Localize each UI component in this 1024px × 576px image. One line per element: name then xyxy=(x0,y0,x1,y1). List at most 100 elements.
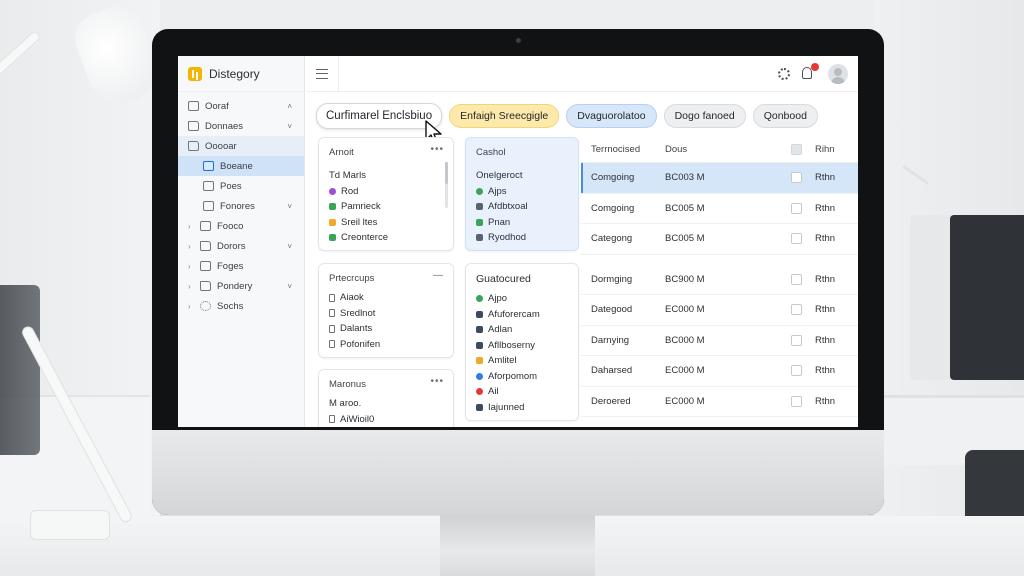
card-1[interactable]: Arnoit ••• Td Marls Rod Pamrieck Sreil l… xyxy=(318,137,454,251)
list-item[interactable]: Pofonifen xyxy=(329,337,380,353)
list-item[interactable]: Aiaok xyxy=(329,290,380,306)
row-checkbox[interactable] xyxy=(790,304,802,316)
chevron-up-icon[interactable]: ˄ xyxy=(287,102,292,111)
table-row[interactable]: Comgoing BC003 M Rthn xyxy=(581,163,858,194)
background-monitor-screen xyxy=(950,215,1024,380)
row-checkbox[interactable] xyxy=(790,172,802,184)
list-item[interactable]: Td Marls xyxy=(329,168,388,184)
list-item[interactable]: Ryodhod xyxy=(476,230,528,246)
chevron-down-icon[interactable]: ˅ xyxy=(287,242,292,251)
list-item[interactable]: Dalants xyxy=(329,321,380,337)
more-icon[interactable]: — xyxy=(433,270,444,281)
brand[interactable]: Distegory xyxy=(178,56,304,92)
list-item[interactable]: Sreil ltes xyxy=(329,215,388,231)
column-header[interactable]: Dous xyxy=(665,144,777,155)
caret-right-icon[interactable]: › xyxy=(188,262,191,271)
avatar[interactable] xyxy=(828,64,848,84)
list-item[interactable]: Sredlnot xyxy=(329,306,380,322)
list-item[interactable]: Iajunned xyxy=(476,400,540,416)
row-checkbox[interactable] xyxy=(790,233,802,245)
list-item[interactable]: Ajpo xyxy=(476,291,540,307)
sidebar-item-2[interactable]: Ooooar xyxy=(178,136,304,156)
document-icon xyxy=(329,340,335,349)
document-icon xyxy=(329,293,335,302)
menu-icon[interactable] xyxy=(316,69,328,79)
topbar-divider xyxy=(338,56,339,92)
card-5[interactable]: Maronus ••• M aroo. AiWioil0 xyxy=(318,369,454,427)
list-item-label: Ajpo xyxy=(488,293,508,305)
more-icon[interactable]: ••• xyxy=(430,376,444,387)
settings-icon[interactable] xyxy=(778,68,790,80)
sidebar-item-5[interactable]: Fonores ˅ xyxy=(178,196,304,216)
list-item[interactable]: Afuforercam xyxy=(476,307,540,323)
card-4[interactable]: Guatocured Ajpo Afuforercam Adlan Afllbo… xyxy=(465,263,579,421)
table-row[interactable]: Categong BC005 M Rthn xyxy=(581,224,858,255)
table-cell: Rthn xyxy=(815,202,836,214)
row-checkbox[interactable] xyxy=(790,202,802,214)
sidebar-item-0[interactable]: Ooraf ˄ xyxy=(178,96,304,116)
row-checkbox[interactable] xyxy=(790,395,802,407)
caret-right-icon[interactable]: › xyxy=(188,282,191,291)
sidebar-item-9[interactable]: › Pondery ˅ xyxy=(178,276,304,296)
folder-icon xyxy=(188,121,199,131)
chip-1[interactable]: Enfaigh Sreecgigle xyxy=(449,104,560,128)
list-item[interactable]: Creonterce xyxy=(329,230,388,246)
list-item[interactable]: AiWioil0 xyxy=(329,412,374,428)
list-item[interactable]: Onelgeroct xyxy=(476,168,528,184)
caret-right-icon[interactable]: › xyxy=(188,222,191,231)
caret-right-icon[interactable]: › xyxy=(188,242,191,251)
list-item[interactable]: Afllboserny xyxy=(476,338,540,354)
row-checkbox[interactable] xyxy=(790,334,802,346)
more-icon[interactable]: ••• xyxy=(430,144,444,155)
sidebar-item-label: Foges xyxy=(217,260,244,272)
row-checkbox[interactable] xyxy=(790,273,802,285)
list-item[interactable]: Ajps xyxy=(476,184,528,200)
caret-right-icon[interactable]: › xyxy=(188,302,191,311)
card-3[interactable]: Prtecrcups — Aiaok Sredlnot Dalants Pofo… xyxy=(318,263,454,358)
table-row[interactable]: Dormging BC900 M Rthn xyxy=(581,265,858,295)
chip-3[interactable]: Dogo fanoed xyxy=(663,104,746,128)
table-row[interactable]: Deroered EC000 M Rthn xyxy=(581,387,858,417)
table-cell: Deroered xyxy=(591,395,631,407)
checkbox-cell xyxy=(777,172,815,184)
card-scrollbar[interactable] xyxy=(445,162,448,208)
chip-4[interactable]: Qonbood xyxy=(752,104,818,128)
list-item[interactable]: Ail xyxy=(476,384,540,400)
status-dot-icon xyxy=(476,341,483,349)
list-item-label: Ail xyxy=(488,386,499,398)
list-item[interactable]: Aforpomom xyxy=(476,369,540,385)
sidebar-item-7[interactable]: › Dorors ˅ xyxy=(178,236,304,256)
card-2[interactable]: Cashol Onelgeroct Ajps Afdbtxoal Pnan Ry… xyxy=(465,137,579,251)
monitor-chin xyxy=(152,430,884,515)
table-row[interactable]: Comgoing BC005 M Rthn xyxy=(581,194,858,224)
chevron-down-icon[interactable]: ˅ xyxy=(287,202,292,211)
row-checkbox[interactable] xyxy=(790,365,802,377)
list-item[interactable]: Afdbtxoal xyxy=(476,199,528,215)
list-item[interactable]: Amlitel xyxy=(476,353,540,369)
table-row[interactable]: Dategood EC000 M Rthn xyxy=(581,295,858,326)
chip-2[interactable]: Dvaguorolatoo xyxy=(566,104,657,128)
select-all-checkbox[interactable] xyxy=(790,143,802,155)
table-row[interactable]: Darnying BC000 M Rthn xyxy=(581,326,858,356)
sidebar-item-6[interactable]: › Fooco xyxy=(178,216,304,236)
status-dot-icon xyxy=(476,403,483,411)
sidebar-item-3[interactable]: Boeane xyxy=(178,156,304,176)
list-item[interactable]: M aroo. xyxy=(329,396,374,412)
list-item[interactable]: Pamrieck xyxy=(329,199,388,215)
table-cell: EC000 M xyxy=(665,304,705,316)
table-row[interactable]: Daharsed EC000 M Rthn xyxy=(581,356,858,387)
list-item[interactable]: Pnan xyxy=(476,215,528,231)
status-dot-icon xyxy=(476,218,483,226)
sidebar-item-10[interactable]: › Sochs xyxy=(178,296,304,316)
chevron-down-icon[interactable]: ˅ xyxy=(287,122,292,131)
page-icon xyxy=(200,261,211,271)
sidebar-item-8[interactable]: › Foges xyxy=(178,256,304,276)
sidebar-item-1[interactable]: Donnaes ˅ xyxy=(178,116,304,136)
list-item-label: Pnan xyxy=(488,216,511,228)
sidebar-item-4[interactable]: Poes xyxy=(178,176,304,196)
column-header[interactable]: Rihn xyxy=(815,144,858,155)
column-header[interactable]: Terrnocised xyxy=(581,144,665,155)
list-item[interactable]: Rod xyxy=(329,184,388,200)
list-item[interactable]: Adlan xyxy=(476,322,540,338)
chevron-down-icon[interactable]: ˅ xyxy=(287,282,292,291)
